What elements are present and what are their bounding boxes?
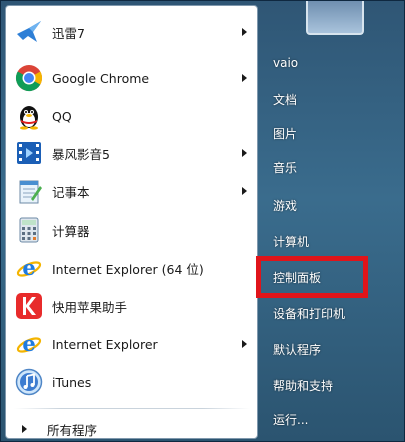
program-item-itunes[interactable]: iTunes: [8, 364, 255, 400]
right-item-user[interactable]: vaio: [263, 49, 401, 77]
program-label: Internet Explorer (64 位): [52, 261, 204, 277]
program-label: 快用苹果助手: [52, 299, 128, 315]
program-item-ie64[interactable]: e Internet Explorer (64 位): [8, 250, 255, 286]
program-item-chrome[interactable]: Google Chrome: [8, 60, 255, 96]
svg-text:e: e: [22, 255, 35, 280]
right-item-documents[interactable]: 文档: [263, 85, 401, 113]
right-item-label: 文档: [273, 92, 298, 107]
program-label: Internet Explorer: [52, 336, 158, 352]
right-item-devices-printers[interactable]: 设备和打印机: [263, 299, 401, 327]
right-item-label: 帮助和支持: [273, 378, 334, 393]
program-label: iTunes: [52, 374, 92, 390]
program-item-kuaiyong[interactable]: 快用苹果助手: [8, 288, 255, 324]
program-item-baofeng[interactable]: 暴风影音5: [8, 135, 255, 171]
divider: [14, 408, 250, 409]
program-item-notepad[interactable]: 记事本: [8, 173, 255, 209]
all-programs-label: 所有程序: [47, 422, 98, 438]
right-item-pictures[interactable]: 图片: [263, 119, 401, 147]
right-item-label: 游戏: [273, 198, 298, 213]
baofeng-film-icon: [14, 138, 44, 168]
right-item-run[interactable]: 运行...: [263, 405, 401, 433]
arrow-right-icon: [22, 425, 27, 433]
right-item-label: 设备和打印机: [273, 306, 346, 321]
program-item-calculator[interactable]: 计算器: [8, 212, 255, 248]
start-menu: 迅雷7 Google Chrome QQ 暴风影音5 记事本 计算器 e Int…: [0, 0, 405, 442]
ie-icon: e: [14, 329, 44, 359]
program-label: Google Chrome: [52, 70, 150, 86]
program-label: 迅雷7: [52, 25, 85, 41]
program-list-panel: 迅雷7 Google Chrome QQ 暴风影音5 记事本 计算器 e Int…: [5, 5, 258, 439]
qq-penguin-icon: [14, 101, 44, 131]
submenu-arrow-icon[interactable]: [242, 340, 247, 348]
right-item-default-programs[interactable]: 默认程序: [263, 335, 401, 363]
user-account-picture[interactable]: [306, 1, 364, 35]
program-label: 暴风影音5: [52, 146, 110, 162]
submenu-arrow-icon[interactable]: [242, 74, 247, 82]
program-item-qq[interactable]: QQ: [8, 98, 255, 134]
svg-text:e: e: [22, 331, 35, 356]
right-item-label: 默认程序: [273, 342, 322, 357]
all-programs-button[interactable]: 所有程序: [8, 418, 255, 438]
right-item-computer[interactable]: 计算机: [263, 227, 401, 255]
right-item-music[interactable]: 音乐: [263, 153, 401, 181]
right-item-label: vaio: [273, 56, 299, 70]
program-item-ie[interactable]: e Internet Explorer: [8, 326, 255, 362]
right-item-label: 音乐: [273, 160, 298, 175]
itunes-icon: [14, 367, 44, 397]
chrome-icon: [14, 63, 44, 93]
right-item-label: 图片: [273, 126, 298, 141]
thunder-bird-icon: [14, 17, 44, 47]
submenu-arrow-icon[interactable]: [242, 149, 247, 157]
calculator-icon: [14, 215, 44, 245]
right-item-help-support[interactable]: 帮助和支持: [263, 371, 401, 399]
submenu-arrow-icon[interactable]: [242, 28, 247, 36]
program-label: QQ: [52, 108, 72, 124]
right-item-label: 计算机: [273, 234, 310, 249]
program-label: 记事本: [52, 184, 90, 200]
program-label: 计算器: [52, 223, 90, 239]
program-item-thunder[interactable]: 迅雷7: [8, 14, 255, 50]
submenu-arrow-icon[interactable]: [242, 187, 247, 195]
ie-icon: e: [14, 253, 44, 283]
right-item-games[interactable]: 游戏: [263, 191, 401, 219]
notepad-icon: [14, 176, 44, 206]
highlight-annotation-box: [256, 256, 368, 298]
kuaiyong-icon: [14, 291, 44, 321]
right-item-label: 运行...: [273, 412, 309, 427]
